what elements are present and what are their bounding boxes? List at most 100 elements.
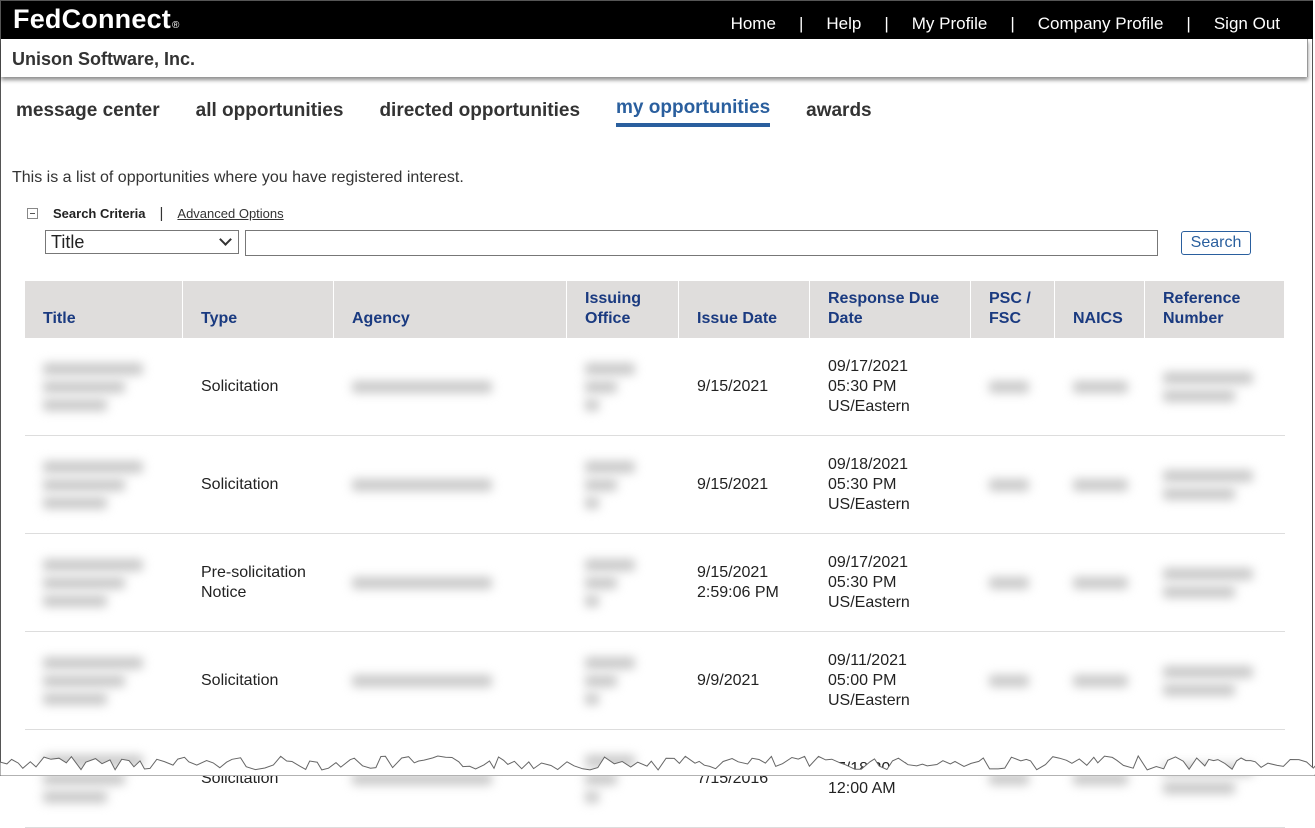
- naics-cell: [1055, 632, 1145, 730]
- fedconnect-logo[interactable]: FedConnect®: [13, 4, 180, 35]
- tab-message-center[interactable]: message center: [16, 100, 160, 130]
- redacted-text: [1163, 665, 1253, 678]
- psc-cell: [971, 730, 1055, 828]
- table-row[interactable]: Solicitation 7/15/201607/18/201612:00 AM: [25, 730, 1285, 828]
- criteria-separator: |: [159, 205, 164, 222]
- redacted-text: [43, 362, 143, 375]
- redacted-text: [585, 558, 635, 571]
- title-cell: [25, 534, 183, 632]
- search-button[interactable]: Search: [1181, 231, 1251, 255]
- redacted-text: [989, 478, 1029, 491]
- agency-cell: [334, 338, 567, 436]
- table-row[interactable]: Solicitation 9/15/2021 09/18/2021 05:30 PM U…: [25, 436, 1285, 534]
- search-field-select[interactable]: Title: [45, 230, 239, 254]
- due-date-line: 05:30 PM: [828, 475, 897, 493]
- top-nav-links: Home | Help | My Profile | Company Profile |…: [731, 14, 1280, 34]
- column-header-title[interactable]: Title: [25, 281, 183, 338]
- search-criteria-label: Search Criteria: [53, 206, 146, 221]
- tab-directed-opportunities[interactable]: directed opportunities: [379, 100, 580, 130]
- redacted-text: [352, 380, 492, 393]
- column-header-text: PSC / FSC: [989, 290, 1031, 327]
- psc-cell: [971, 338, 1055, 436]
- agency-cell: [334, 632, 567, 730]
- column-header-text: Response Due Date: [828, 290, 940, 327]
- response-due-date-cell: 09/17/2021 05:30 PM US/Eastern: [810, 338, 971, 436]
- redacted-text: [585, 398, 599, 411]
- due-date-line: 09/17/2021: [828, 357, 909, 375]
- type-cell: Solicitation: [183, 730, 334, 828]
- tab-all-opportunities[interactable]: all opportunities: [196, 100, 344, 130]
- company-name: Unison Software, Inc.: [12, 49, 196, 69]
- redacted-text: [352, 674, 492, 687]
- redacted-text: [43, 656, 143, 669]
- redacted-text: [43, 460, 143, 473]
- redacted-text: [585, 790, 599, 803]
- reference-number-cell: [1145, 436, 1285, 534]
- column-header-issuing-office[interactable]: Issuing Office: [567, 281, 679, 338]
- redacted-text: [989, 380, 1029, 393]
- nav-company-profile[interactable]: Company Profile: [1038, 14, 1164, 34]
- column-header-agency[interactable]: Agency: [334, 281, 567, 338]
- nav-separator: |: [1186, 14, 1191, 33]
- redacted-text: [585, 692, 599, 705]
- type-cell: Pre-solicitation Notice: [183, 534, 334, 632]
- reference-number-cell: [1145, 338, 1285, 436]
- search-criteria-header: Search Criteria | Advanced Options: [27, 205, 284, 222]
- column-header-text: Reference Number: [1163, 290, 1241, 327]
- redacted-text: [43, 558, 143, 571]
- due-date-line: US/Eastern: [828, 495, 910, 513]
- psc-cell: [971, 534, 1055, 632]
- redacted-text: [989, 576, 1029, 589]
- collapse-icon[interactable]: [27, 208, 38, 219]
- redacted-text: [43, 496, 107, 509]
- issuing-office-cell: [567, 534, 679, 632]
- response-due-date-cell: 09/18/2021 05:30 PM US/Eastern: [810, 436, 971, 534]
- logo-text: FedConnect: [13, 4, 172, 34]
- nav-help[interactable]: Help: [826, 14, 861, 34]
- redacted-text: [43, 594, 107, 607]
- tab-awards[interactable]: awards: [806, 100, 871, 130]
- column-header-issue-date[interactable]: Issue Date: [679, 281, 810, 338]
- nav-separator: |: [884, 14, 889, 33]
- chevron-down-icon: [219, 233, 232, 246]
- redacted-text: [43, 790, 107, 803]
- due-date-line: 05:30 PM: [828, 377, 897, 395]
- nav-sign-out[interactable]: Sign Out: [1214, 14, 1280, 34]
- column-header-type[interactable]: Type: [183, 281, 334, 338]
- title-cell: [25, 730, 183, 828]
- column-header-response-due-date[interactable]: Response Due Date: [810, 281, 971, 338]
- registered-mark: ®: [172, 20, 180, 31]
- redacted-text: [352, 576, 492, 589]
- issuing-office-cell: [567, 338, 679, 436]
- psc-cell: [971, 436, 1055, 534]
- redacted-text: [1163, 683, 1235, 696]
- title-cell: [25, 632, 183, 730]
- nav-my-profile[interactable]: My Profile: [912, 14, 988, 34]
- redacted-text: [989, 674, 1029, 687]
- table-row[interactable]: Solicitation 9/9/2021 09/11/2021 05:00 PM US…: [25, 632, 1285, 730]
- redacted-text: [352, 478, 492, 491]
- agency-cell: [334, 534, 567, 632]
- type-cell: Solicitation: [183, 338, 334, 436]
- naics-cell: [1055, 436, 1145, 534]
- advanced-options-link[interactable]: Advanced Options: [177, 206, 283, 221]
- redacted-text: [43, 674, 125, 687]
- redacted-text: [1073, 576, 1128, 589]
- search-input[interactable]: [245, 230, 1158, 256]
- table-row[interactable]: Pre-solicitation Notice 9/15/2021 2:59:06…: [25, 534, 1285, 632]
- tab-my-opportunities[interactable]: my opportunities: [616, 97, 771, 127]
- issuing-office-cell: [567, 730, 679, 828]
- issuing-office-cell: [567, 632, 679, 730]
- redacted-text: [585, 362, 635, 375]
- table-row[interactable]: Solicitation 9/15/2021 09/17/2021 05:30 PM U…: [25, 338, 1285, 436]
- naics-cell: [1055, 338, 1145, 436]
- redacted-text: [585, 576, 617, 589]
- nav-home[interactable]: Home: [731, 14, 776, 34]
- redacted-text: [585, 674, 617, 687]
- redacted-text: [585, 380, 617, 393]
- company-bar: Unison Software, Inc.: [1, 39, 1308, 77]
- column-header-psc-fsc[interactable]: PSC / FSC: [971, 281, 1055, 338]
- redacted-text: [1163, 781, 1235, 794]
- column-header-reference-number[interactable]: Reference Number: [1145, 281, 1285, 338]
- column-header-naics[interactable]: NAICS: [1055, 281, 1145, 338]
